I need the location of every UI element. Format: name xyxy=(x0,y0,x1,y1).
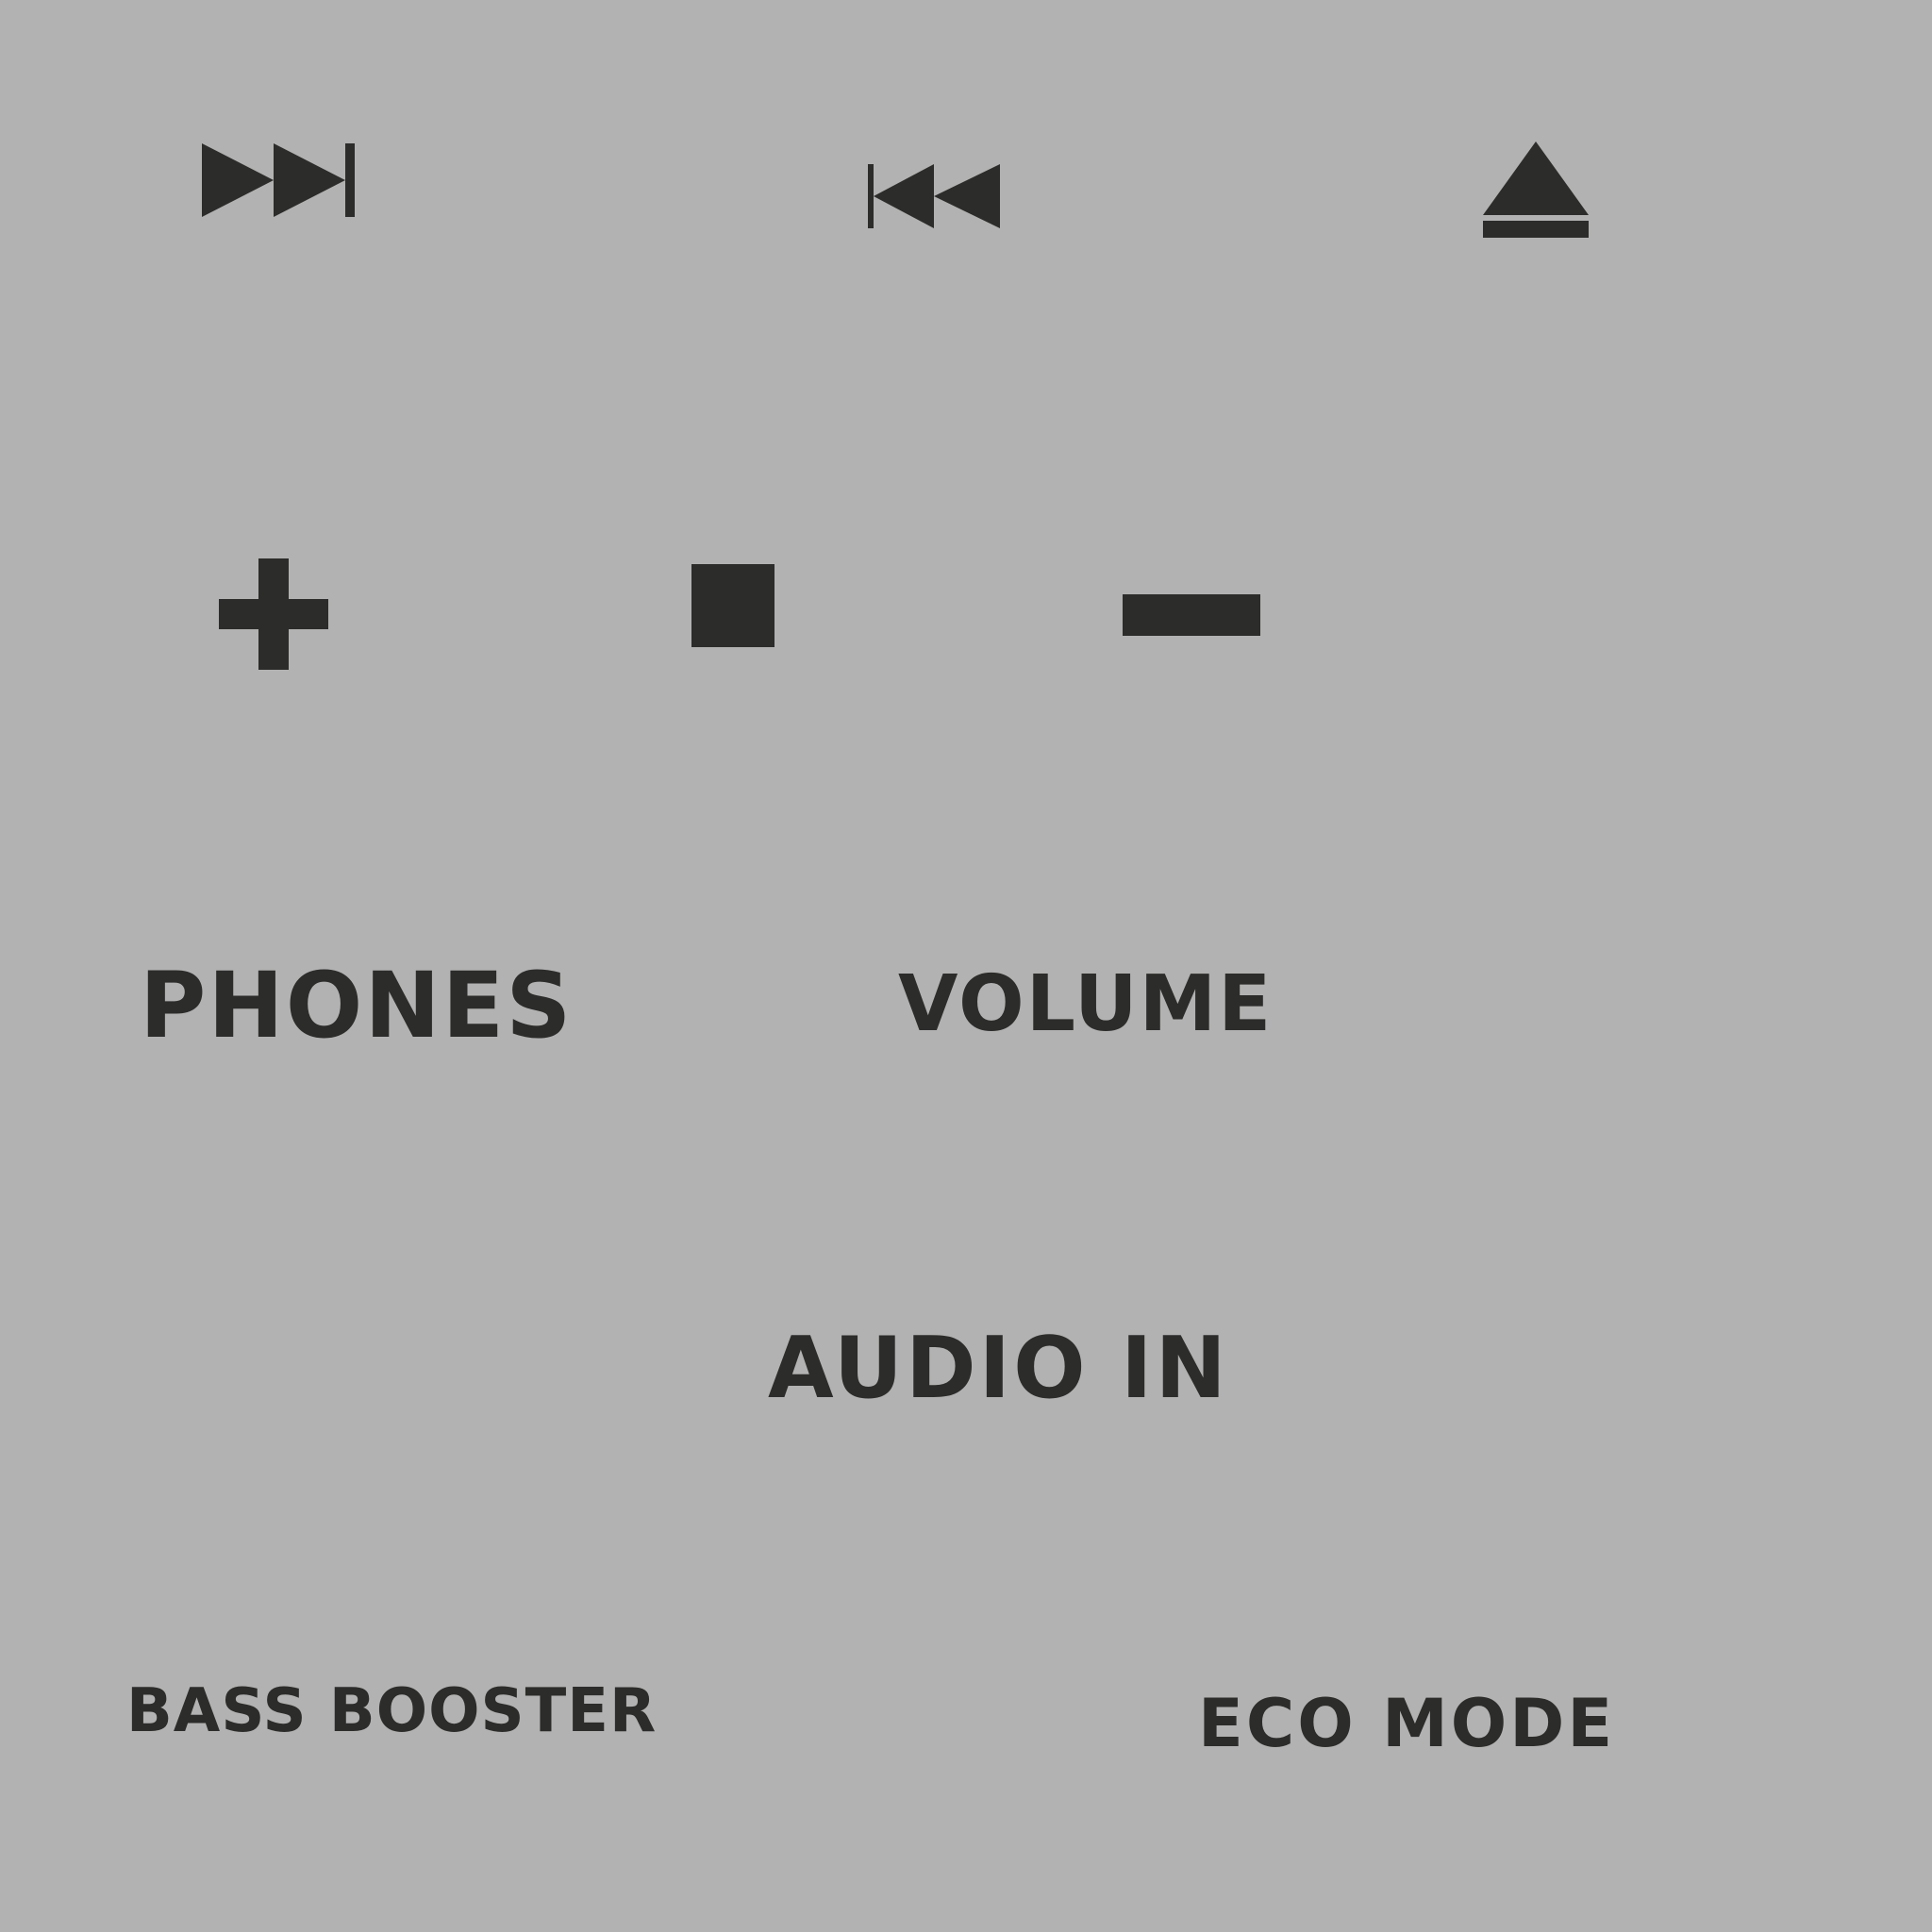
stop-icon[interactable] xyxy=(691,564,774,647)
minus-icon[interactable] xyxy=(1123,594,1260,636)
audio-in-label: AUDIO IN xyxy=(768,1319,1229,1418)
skip-next-icon[interactable] xyxy=(198,140,358,221)
plus-icon[interactable] xyxy=(219,558,328,670)
volume-label: VOLUME xyxy=(898,959,1274,1049)
eco-mode-label: ECO MODE xyxy=(1198,1685,1616,1762)
eject-icon[interactable] xyxy=(1481,140,1591,240)
bass-booster-label: BASS BOOSTER xyxy=(126,1676,658,1746)
phones-label: PHONES xyxy=(140,953,574,1058)
device-control-panel: PHONES VOLUME AUDIO IN BASS BOOSTER ECO … xyxy=(0,0,1932,1932)
skip-previous-icon[interactable] xyxy=(866,162,1002,230)
